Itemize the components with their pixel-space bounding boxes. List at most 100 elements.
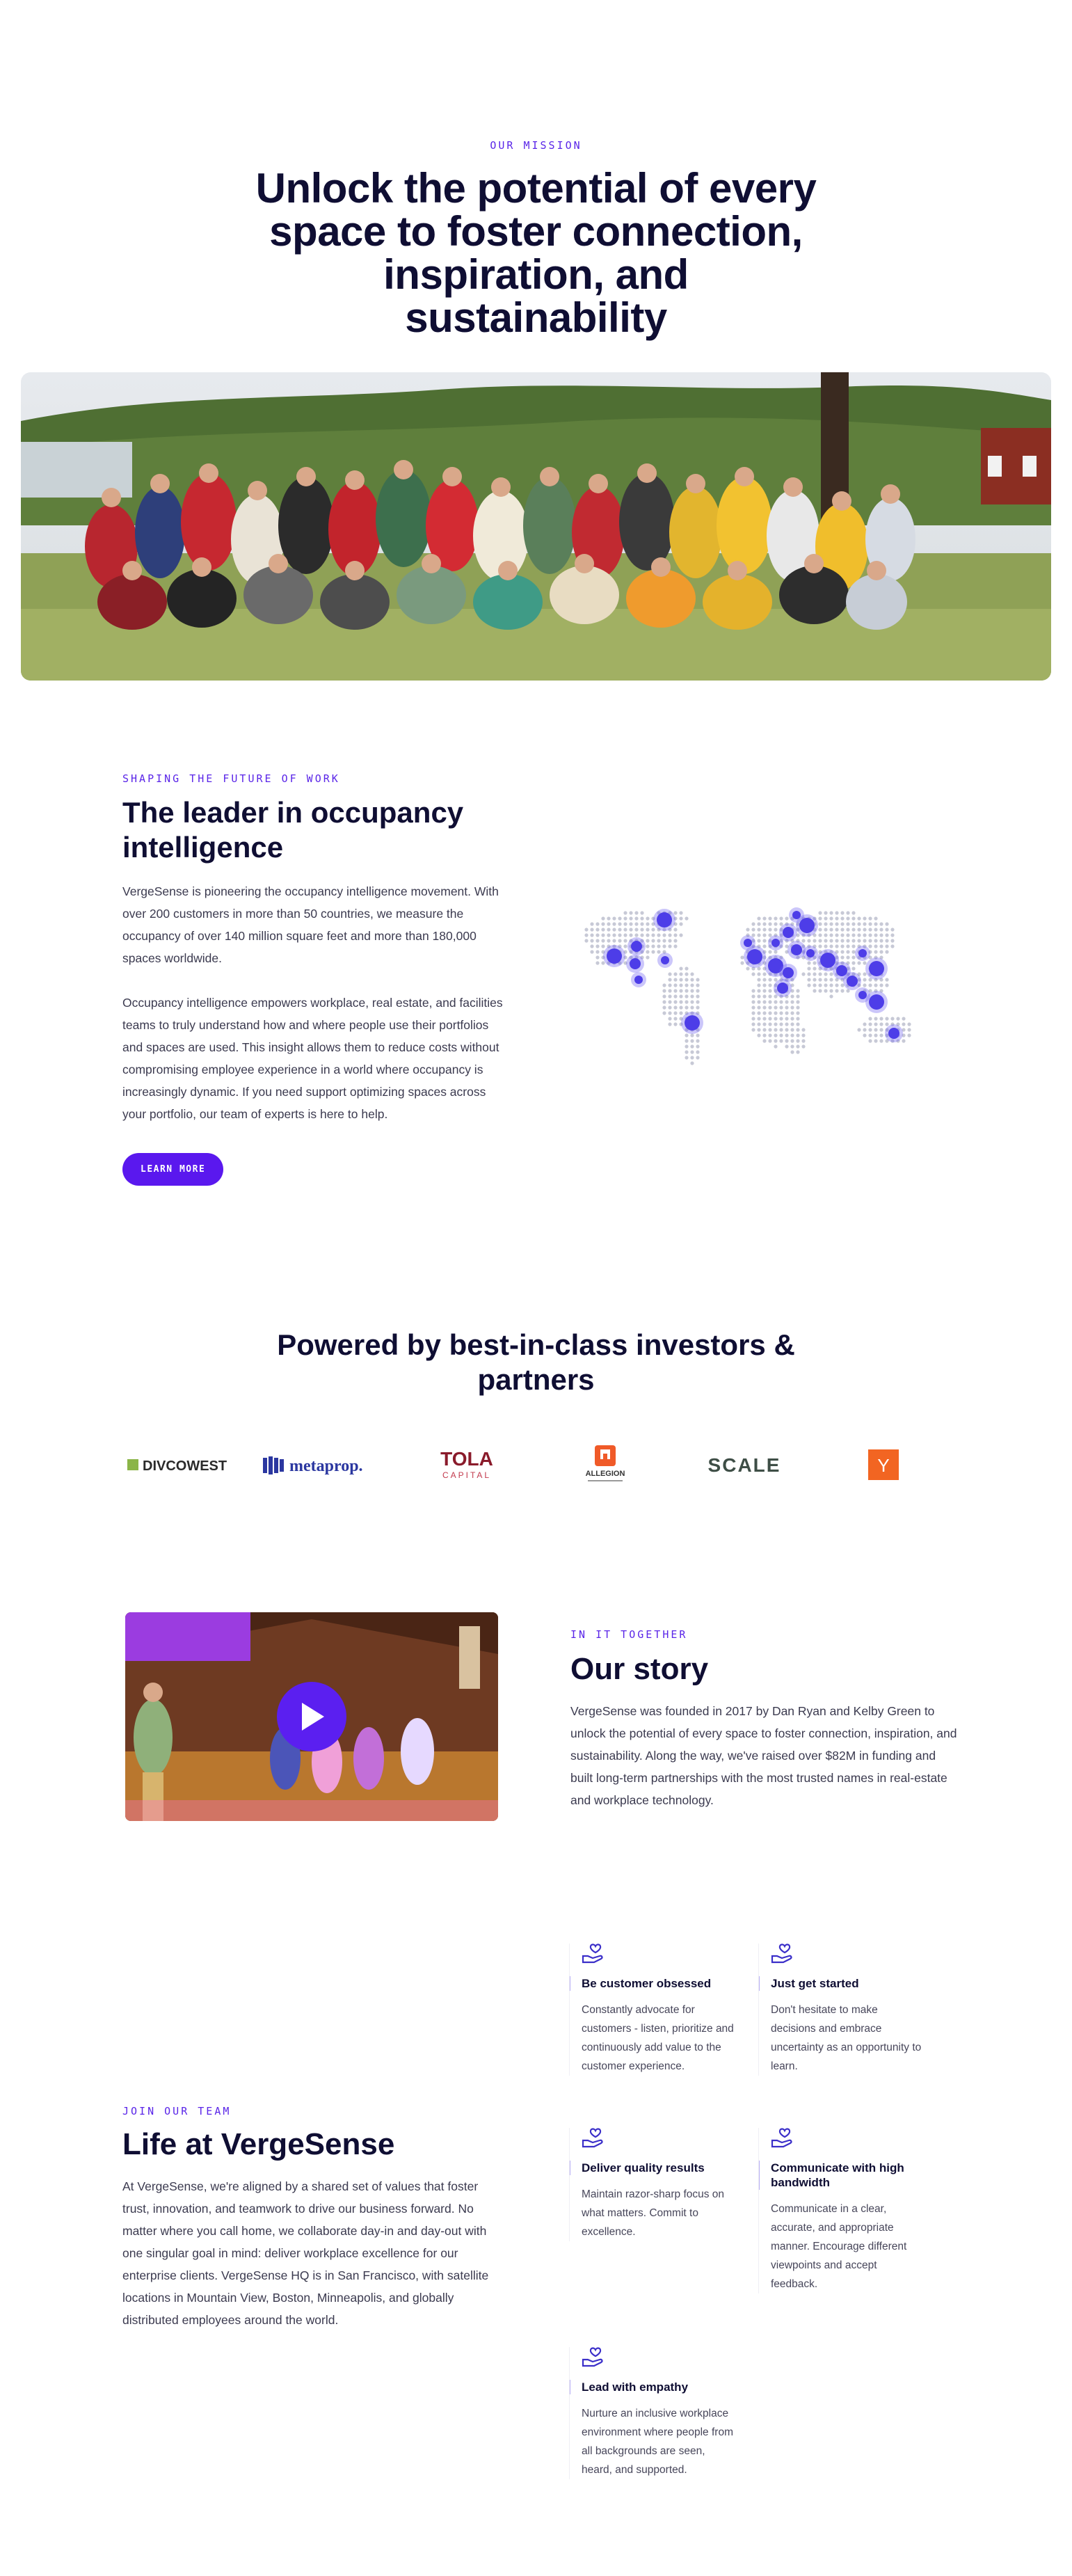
map-dot — [662, 1011, 666, 1015]
map-dot — [807, 961, 811, 965]
map-dot — [868, 1028, 872, 1032]
map-dot — [824, 978, 828, 982]
map-dot — [751, 1011, 755, 1015]
leader-title: The leader in occupancy intelligence — [122, 796, 464, 864]
map-dot — [668, 972, 672, 976]
map-dot — [874, 1033, 878, 1037]
hand-heart-icon — [771, 2128, 792, 2148]
map-dot — [634, 922, 639, 926]
map-hotspot — [847, 976, 858, 987]
tola-capital-logo: TOLA CAPITAL — [401, 1440, 533, 1489]
map-dot — [885, 950, 889, 954]
map-dot — [685, 989, 689, 993]
map-dot — [818, 978, 822, 982]
map-dot — [846, 955, 850, 960]
value-card: Just get started Don't hesitate to make … — [758, 1943, 925, 2076]
map-dot — [824, 989, 828, 993]
map-dot — [651, 933, 655, 937]
map-dot — [751, 1000, 755, 1004]
map-dot — [668, 944, 672, 948]
story-section: IN IT TOGETHER Our story VergeSense was … — [570, 1628, 960, 1811]
map-dot — [774, 1022, 778, 1026]
map-dot — [757, 928, 761, 932]
map-dot — [768, 1011, 772, 1015]
map-dot — [679, 1011, 683, 1015]
map-dot — [657, 933, 661, 937]
map-dot — [885, 922, 889, 926]
play-button[interactable] — [277, 1682, 346, 1751]
map-dot — [818, 939, 822, 943]
map-dot — [762, 1039, 767, 1043]
map-dot — [590, 939, 594, 943]
map-dot — [824, 928, 828, 932]
map-dot — [835, 928, 839, 932]
map-dot — [690, 1061, 694, 1065]
hand-heart-icon — [771, 1943, 792, 1964]
map-dot — [874, 983, 878, 987]
map-dot — [679, 916, 683, 921]
value-title: Be customer obsessed — [569, 1976, 736, 1991]
map-dot — [690, 978, 694, 982]
map-dot — [851, 922, 856, 926]
map-dot — [835, 939, 839, 943]
map-dot — [779, 1028, 783, 1032]
map-dot — [601, 928, 605, 932]
map-dot — [840, 989, 845, 993]
map-dot — [779, 1039, 783, 1043]
divcowest-logo: DIVCOWEST — [122, 1440, 255, 1489]
scale-logo: SCALE — [678, 1440, 810, 1489]
map-dot — [673, 1011, 678, 1015]
map-dot — [690, 1033, 694, 1037]
metaprop-logo: metaprop. — [262, 1440, 394, 1489]
map-dot — [595, 955, 600, 960]
map-dot — [790, 1017, 794, 1021]
map-dot — [590, 944, 594, 948]
map-dot — [796, 1033, 800, 1037]
map-dot — [846, 928, 850, 932]
map-dot — [807, 978, 811, 982]
map-dot — [790, 1022, 794, 1026]
map-dot — [768, 928, 772, 932]
map-dot — [796, 1039, 800, 1043]
map-dot — [885, 1017, 889, 1021]
map-dot — [818, 933, 822, 937]
investor-logos: DIVCOWEST metaprop. TOLA CAPITAL ALLEGIO… — [122, 1440, 950, 1489]
map-dot — [846, 933, 850, 937]
map-dot — [851, 955, 856, 960]
map-dot — [868, 983, 872, 987]
map-dot — [768, 916, 772, 921]
story-video[interactable] — [125, 1612, 498, 1821]
learn-more-button[interactable]: LEARN MORE — [122, 1153, 224, 1186]
scale-logo-text: SCALE — [708, 1454, 781, 1476]
map-dot — [863, 978, 867, 982]
map-dot — [785, 1039, 789, 1043]
map-dot — [657, 950, 661, 954]
map-dot — [668, 983, 672, 987]
map-dot — [618, 916, 622, 921]
map-dot — [607, 922, 611, 926]
map-dot — [835, 944, 839, 948]
map-dot — [796, 1044, 800, 1049]
map-dot — [685, 1039, 689, 1043]
map-dot — [768, 1017, 772, 1021]
map-dot — [740, 955, 744, 960]
map-dot — [757, 1033, 761, 1037]
map-dot — [890, 939, 895, 943]
map-dot — [779, 1011, 783, 1015]
map-dot — [874, 916, 878, 921]
map-dot — [673, 928, 678, 932]
map-dot — [690, 1000, 694, 1004]
map-dot — [813, 967, 817, 971]
map-dot — [662, 1000, 666, 1004]
map-dot — [785, 1017, 789, 1021]
map-dot — [668, 1000, 672, 1004]
map-dot — [851, 950, 856, 954]
map-dot — [673, 1000, 678, 1004]
map-dot — [885, 933, 889, 937]
map-dot — [651, 939, 655, 943]
map-dot — [868, 1022, 872, 1026]
map-dot — [851, 967, 856, 971]
map-dot — [757, 1005, 761, 1010]
map-hotspot — [744, 939, 752, 947]
map-dot — [679, 933, 683, 937]
